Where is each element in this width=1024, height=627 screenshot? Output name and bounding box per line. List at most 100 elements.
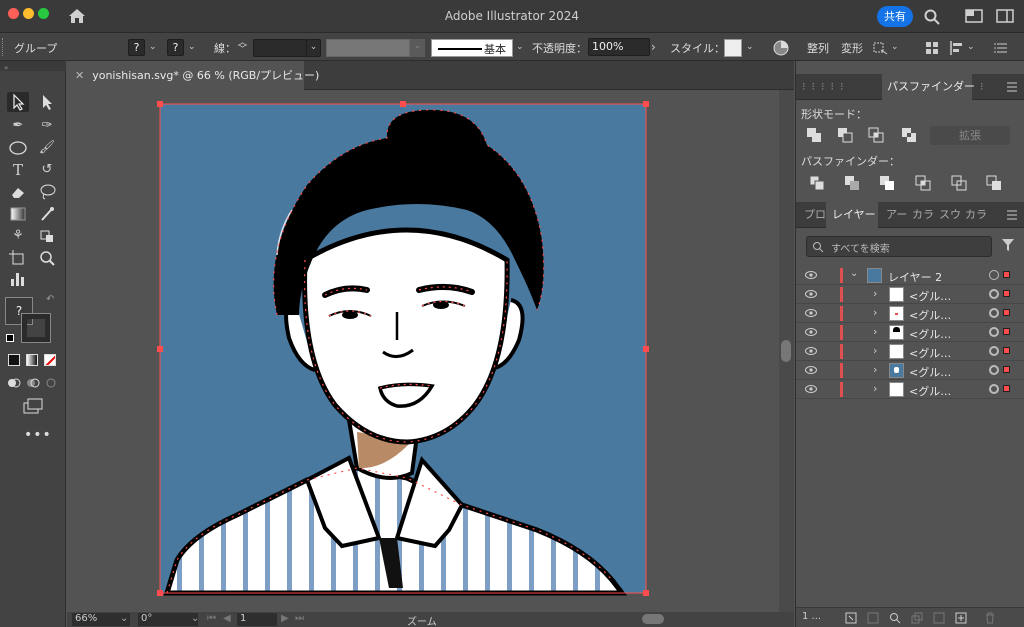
tab-swatches[interactable]: スウ — [939, 202, 961, 228]
stroke-dropdown-chevron-icon[interactable]: ⌄ — [188, 42, 196, 52]
exclude-icon[interactable] — [900, 126, 918, 144]
eyedropper-tool-icon[interactable] — [36, 204, 58, 224]
puppet-warp-tool-icon[interactable]: ⚘ — [7, 226, 29, 246]
pen-tool-icon[interactable]: ✒ — [7, 116, 29, 136]
transform-button[interactable]: 変形 — [841, 40, 863, 56]
make-clipping-mask-icon[interactable] — [867, 612, 879, 624]
isolate-group-icon[interactable] — [872, 41, 888, 55]
rotate-tool-icon[interactable]: ↺ — [36, 160, 58, 180]
sublayer-target-icon[interactable] — [989, 327, 999, 337]
variable-width-profile[interactable] — [326, 39, 410, 57]
grip-handle[interactable] — [2, 38, 5, 56]
close-tab-icon[interactable]: ✕ — [75, 69, 84, 82]
sublayer-name[interactable]: <グル… — [909, 307, 951, 323]
tab-pathfinder[interactable]: パスファインダー — [882, 74, 975, 100]
gradient-mode-icon[interactable] — [26, 354, 38, 366]
color-mode-icon[interactable] — [8, 354, 20, 366]
layer-selection-indicator[interactable] — [1003, 271, 1010, 278]
more-tabs-icon[interactable]: ⁝ — [980, 74, 990, 100]
align-button[interactable]: 整列 — [807, 40, 829, 56]
first-artboard-icon[interactable]: ⏮ — [207, 613, 216, 624]
visibility-eye-icon[interactable] — [805, 289, 817, 299]
outline-icon[interactable] — [950, 174, 968, 192]
share-button[interactable]: 共有 — [877, 6, 913, 27]
unite-icon[interactable] — [805, 126, 823, 144]
arrange-icon[interactable] — [925, 41, 939, 55]
crop-icon[interactable] — [914, 174, 932, 192]
layer-row[interactable]: ⌄ レイヤー 2 — [796, 266, 1024, 285]
sublayer-expand-chevron-icon[interactable]: › — [873, 287, 877, 300]
draw-behind-icon[interactable] — [26, 377, 40, 389]
live-paint-bucket-icon[interactable] — [36, 226, 58, 246]
none-mode-icon[interactable] — [44, 354, 56, 366]
visibility-eye-icon[interactable] — [805, 346, 817, 356]
sublayer-row[interactable]: › <グル… — [796, 342, 1024, 361]
sublayer-name[interactable]: <グル… — [909, 288, 951, 304]
sublayer-name[interactable]: <グル… — [909, 383, 951, 399]
visibility-eye-icon[interactable] — [805, 270, 817, 280]
panels-layout-icon[interactable] — [996, 9, 1014, 23]
sublayer-target-icon[interactable] — [989, 346, 999, 356]
collapsed-panel-tabs[interactable]: ⁝⁝⁝⁝⁝ — [802, 74, 882, 100]
direct-selection-tool-icon[interactable] — [36, 92, 58, 112]
tab-artboards[interactable]: アー — [886, 202, 907, 228]
paintbrush-tool-icon[interactable]: 🖌 — [36, 138, 58, 158]
column-graph-tool-icon[interactable] — [7, 269, 29, 289]
sublayer-expand-chevron-icon[interactable]: › — [873, 363, 877, 376]
align-left-icon[interactable] — [950, 41, 964, 55]
zoom-tool-icon[interactable] — [36, 248, 58, 268]
fill-dropdown-chevron-icon[interactable]: ⌄ — [149, 42, 157, 52]
sublayer-row[interactable]: › <グル… — [796, 323, 1024, 342]
rotation-dropdown-chevron-icon[interactable]: ⌄ — [191, 613, 199, 624]
sublayer-expand-chevron-icon[interactable]: › — [873, 382, 877, 395]
last-artboard-icon[interactable]: ⏭ — [295, 613, 304, 624]
create-sublayer-icon[interactable] — [911, 612, 923, 624]
curvature-tool-icon[interactable]: ✑ — [36, 116, 58, 136]
screen-mode-icon[interactable] — [22, 398, 44, 414]
search-icon[interactable] — [923, 8, 941, 26]
sublayer-selection-indicator[interactable] — [1003, 366, 1010, 373]
locate-object-icon[interactable] — [889, 612, 901, 624]
delete-layer-icon[interactable] — [984, 612, 996, 624]
edit-toolbar-icon[interactable]: ••• — [24, 427, 52, 443]
tab-layers[interactable]: レイヤー — [826, 202, 878, 228]
opacity-input[interactable]: 100% — [588, 38, 650, 56]
document-tab[interactable]: ✕ yonishisan.svg* @ 66 % (RGB/プレビュー) — [67, 61, 319, 90]
release-sublayers-icon[interactable] — [933, 612, 945, 624]
sublayer-target-icon[interactable] — [989, 289, 999, 299]
minus-front-icon[interactable] — [836, 126, 854, 144]
sublayer-row[interactable]: › <グル… — [796, 285, 1024, 304]
sublayer-selection-indicator[interactable] — [1003, 328, 1010, 335]
sublayer-target-icon[interactable] — [989, 308, 999, 318]
sublayer-row[interactable]: › <グル… — [796, 380, 1024, 399]
sublayer-expand-chevron-icon[interactable]: › — [873, 306, 877, 319]
draw-normal-icon[interactable] — [7, 377, 21, 389]
workspace-switcher-icon[interactable] — [965, 9, 983, 23]
pathfinder-panel-menu-icon[interactable] — [1006, 74, 1020, 100]
sublayer-row[interactable]: › <グル… — [796, 304, 1024, 323]
stroke-weight-input[interactable] — [253, 39, 307, 57]
new-layer-icon[interactable] — [955, 612, 967, 624]
sublayer-target-icon[interactable] — [989, 365, 999, 375]
filter-icon[interactable] — [1001, 238, 1015, 252]
visibility-eye-icon[interactable] — [805, 308, 817, 318]
sublayer-name[interactable]: <グル… — [909, 326, 951, 342]
artboard-tool-icon[interactable] — [7, 248, 29, 268]
opacity-chevron-right-icon[interactable]: › — [651, 39, 663, 57]
tab-properties[interactable]: プロ — [804, 202, 826, 228]
canvas-area[interactable] — [67, 90, 779, 612]
sublayer-selection-indicator[interactable] — [1003, 309, 1010, 316]
ellipse-tool-icon[interactable] — [7, 138, 29, 158]
type-tool-icon[interactable]: T — [7, 160, 29, 180]
gradient-tool-icon[interactable] — [7, 204, 29, 224]
sublayer-expand-chevron-icon[interactable]: › — [873, 344, 877, 357]
sublayer-selection-indicator[interactable] — [1003, 290, 1010, 297]
stroke-color-swatch[interactable] — [21, 313, 51, 343]
selection-tool-icon[interactable] — [7, 92, 29, 112]
lasso-tool-icon[interactable] — [36, 182, 58, 202]
control-bar-menu-icon[interactable] — [994, 41, 1008, 55]
sublayer-name[interactable]: <グル… — [909, 345, 951, 361]
sublayer-expand-chevron-icon[interactable]: › — [873, 325, 877, 338]
layer-expand-chevron-icon[interactable]: ⌄ — [850, 268, 858, 279]
stroke-swatch[interactable]: ? — [167, 39, 184, 56]
